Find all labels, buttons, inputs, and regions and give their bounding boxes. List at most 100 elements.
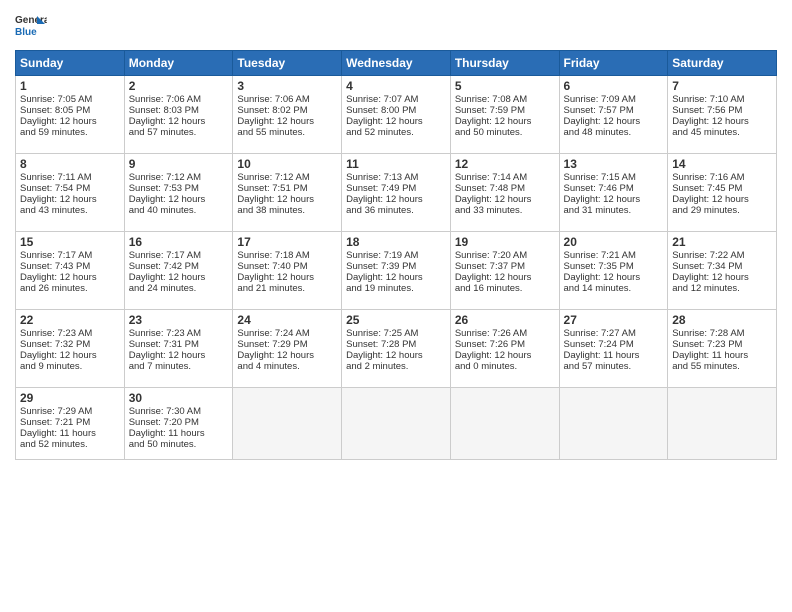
day-number: 8	[20, 157, 120, 171]
cell-text: Sunset: 7:43 PM	[20, 261, 90, 272]
cell-text: Daylight: 11 hours	[564, 350, 640, 361]
cell-text: Sunset: 7:49 PM	[346, 183, 416, 194]
calendar-cell	[668, 388, 777, 460]
cell-text: and 12 minutes.	[672, 283, 740, 294]
logo: General Blue	[15, 10, 47, 42]
cell-text: Sunset: 7:20 PM	[129, 417, 199, 428]
cell-text: Sunset: 7:35 PM	[564, 261, 634, 272]
calendar-week-row: 29Sunrise: 7:29 AMSunset: 7:21 PM Dayligh…	[16, 388, 777, 460]
cell-text: Sunset: 7:26 PM	[455, 339, 525, 350]
day-number: 21	[672, 235, 772, 249]
calendar-cell: 1Sunrise: 7:05 AMSunset: 8:05 PMDaylight…	[16, 76, 125, 154]
day-number: 29	[20, 391, 120, 405]
page-container: General Blue Sunday Monday Tuesday Wedne…	[0, 0, 792, 470]
cell-text: Sunset: 8:00 PM	[346, 105, 416, 116]
day-number: 3	[237, 79, 337, 93]
cell-text: Daylight: 12 hours	[455, 116, 532, 127]
cell-text: Sunset: 7:32 PM	[20, 339, 90, 350]
cell-text: Sunrise: 7:29 AM	[20, 406, 92, 417]
cell-text: Daylight: 11 hours	[129, 428, 205, 439]
header-tuesday: Tuesday	[233, 51, 342, 76]
cell-text: and 55 minutes.	[672, 361, 740, 372]
calendar-header-row: Sunday Monday Tuesday Wednesday Thursday…	[16, 51, 777, 76]
cell-text: Daylight: 12 hours	[564, 194, 641, 205]
cell-text: Sunrise: 7:26 AM	[455, 328, 527, 339]
day-number: 9	[129, 157, 229, 171]
cell-text: Daylight: 12 hours	[237, 194, 314, 205]
cell-text: Sunrise: 7:24 AM	[237, 328, 309, 339]
cell-text: Sunrise: 7:07 AM	[346, 94, 418, 105]
cell-text: and 48 minutes.	[564, 127, 632, 138]
cell-text: Sunrise: 7:11 AM	[20, 172, 92, 183]
calendar-cell: 14Sunrise: 7:16 AMSunset: 7:45 PMDayligh…	[668, 154, 777, 232]
cell-text: Sunset: 7:46 PM	[564, 183, 634, 194]
day-number: 30	[129, 391, 229, 405]
cell-text: and 57 minutes.	[564, 361, 632, 372]
day-number: 11	[346, 157, 446, 171]
cell-text: Sunrise: 7:17 AM	[20, 250, 92, 261]
day-number: 1	[20, 79, 120, 93]
cell-text: and 0 minutes.	[455, 361, 517, 372]
calendar-cell: 2Sunrise: 7:06 AMSunset: 8:03 PMDaylight…	[124, 76, 233, 154]
calendar-week-row: 15Sunrise: 7:17 AMSunset: 7:43 PMDayligh…	[16, 232, 777, 310]
calendar-cell: 17Sunrise: 7:18 AMSunset: 7:40 PMDayligh…	[233, 232, 342, 310]
day-number: 16	[129, 235, 229, 249]
cell-text: Daylight: 12 hours	[20, 194, 97, 205]
cell-text: Daylight: 12 hours	[346, 350, 423, 361]
cell-text: Sunset: 7:28 PM	[346, 339, 416, 350]
day-number: 28	[672, 313, 772, 327]
cell-text: Daylight: 12 hours	[20, 116, 97, 127]
header-thursday: Thursday	[450, 51, 559, 76]
cell-text: Sunrise: 7:12 AM	[129, 172, 201, 183]
svg-text:General: General	[15, 15, 47, 26]
header-monday: Monday	[124, 51, 233, 76]
day-number: 14	[672, 157, 772, 171]
calendar-week-row: 1Sunrise: 7:05 AMSunset: 8:05 PMDaylight…	[16, 76, 777, 154]
logo-svg: General Blue	[15, 10, 47, 42]
cell-text: Sunrise: 7:23 AM	[20, 328, 92, 339]
calendar-week-row: 22Sunrise: 7:23 AMSunset: 7:32 PMDayligh…	[16, 310, 777, 388]
cell-text: Sunset: 7:31 PM	[129, 339, 199, 350]
cell-text: Sunrise: 7:22 AM	[672, 250, 744, 261]
day-number: 25	[346, 313, 446, 327]
day-number: 6	[564, 79, 664, 93]
calendar-cell: 12Sunrise: 7:14 AMSunset: 7:48 PMDayligh…	[450, 154, 559, 232]
day-number: 27	[564, 313, 664, 327]
cell-text: Daylight: 12 hours	[455, 194, 532, 205]
calendar-cell: 8Sunrise: 7:11 AMSunset: 7:54 PMDaylight…	[16, 154, 125, 232]
cell-text: Sunset: 7:56 PM	[672, 105, 742, 116]
cell-text: Sunset: 7:29 PM	[237, 339, 307, 350]
cell-text: Daylight: 12 hours	[672, 272, 749, 283]
cell-text: Sunrise: 7:08 AM	[455, 94, 527, 105]
cell-text: Sunset: 7:21 PM	[20, 417, 90, 428]
day-number: 12	[455, 157, 555, 171]
calendar-cell: 29Sunrise: 7:29 AMSunset: 7:21 PMDayligh…	[16, 388, 125, 460]
cell-text: Daylight: 12 hours	[20, 350, 97, 361]
cell-text: and 52 minutes.	[20, 439, 88, 450]
cell-text: Daylight: 12 hours	[564, 272, 641, 283]
header-wednesday: Wednesday	[342, 51, 451, 76]
cell-text: Sunset: 7:57 PM	[564, 105, 634, 116]
cell-text: Daylight: 12 hours	[129, 350, 206, 361]
calendar-cell: 23Sunrise: 7:23 AMSunset: 7:31 PMDayligh…	[124, 310, 233, 388]
day-number: 17	[237, 235, 337, 249]
calendar-cell: 19Sunrise: 7:20 AMSunset: 7:37 PMDayligh…	[450, 232, 559, 310]
day-number: 20	[564, 235, 664, 249]
page-header: General Blue	[15, 10, 777, 42]
cell-text: and 50 minutes.	[129, 439, 197, 450]
cell-text: Daylight: 12 hours	[346, 194, 423, 205]
cell-text: Sunrise: 7:17 AM	[129, 250, 201, 261]
cell-text: and 7 minutes.	[129, 361, 191, 372]
calendar-cell: 28Sunrise: 7:28 AMSunset: 7:23 PMDayligh…	[668, 310, 777, 388]
cell-text: Daylight: 12 hours	[346, 272, 423, 283]
cell-text: and 14 minutes.	[564, 283, 632, 294]
cell-text: and 55 minutes.	[237, 127, 305, 138]
calendar-week-row: 8Sunrise: 7:11 AMSunset: 7:54 PMDaylight…	[16, 154, 777, 232]
cell-text: and 52 minutes.	[346, 127, 414, 138]
calendar-cell: 20Sunrise: 7:21 AMSunset: 7:35 PMDayligh…	[559, 232, 668, 310]
cell-text: Sunset: 7:34 PM	[672, 261, 742, 272]
day-number: 13	[564, 157, 664, 171]
cell-text: Sunrise: 7:09 AM	[564, 94, 636, 105]
cell-text: Sunrise: 7:25 AM	[346, 328, 418, 339]
calendar-cell: 3Sunrise: 7:06 AMSunset: 8:02 PMDaylight…	[233, 76, 342, 154]
